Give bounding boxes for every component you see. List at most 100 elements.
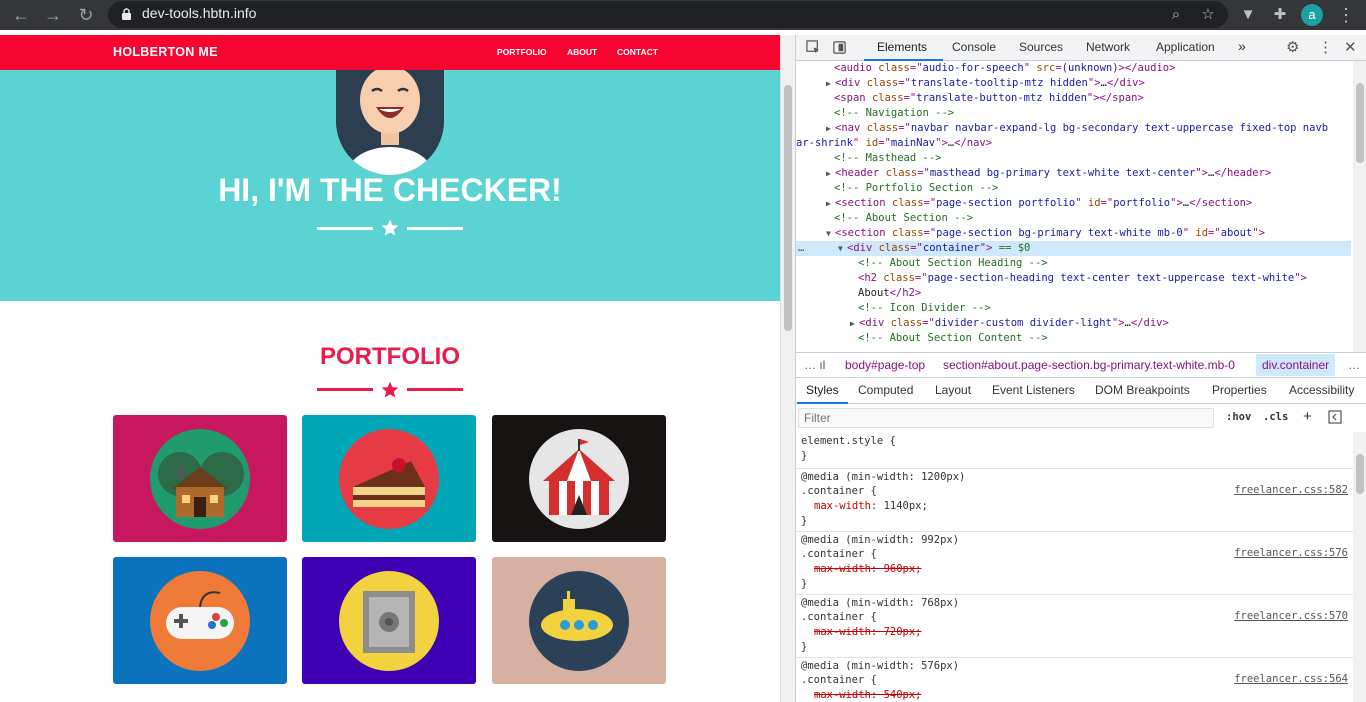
expand-arrow-icon[interactable]: ▶ — [850, 316, 855, 331]
device-toolbar-icon[interactable] — [832, 40, 847, 55]
dom-tree-scrollbar[interactable] — [1353, 61, 1366, 352]
rule-declaration[interactable]: max-width: 540px; — [814, 688, 922, 702]
nav-portfolio[interactable]: PORTFOLIO — [497, 47, 547, 57]
dom-node[interactable]: <!-- Masthead --> — [796, 151, 1351, 166]
tab-console[interactable]: Console — [952, 40, 996, 54]
rule-source-link[interactable]: freelancer.css:570 — [1234, 610, 1348, 622]
tab-elements[interactable]: Elements — [877, 40, 927, 54]
rule-selector[interactable]: .container { — [801, 610, 877, 625]
settings-gear-icon[interactable]: ⚙ — [1286, 38, 1299, 56]
cls-toggle[interactable]: .cls — [1263, 411, 1288, 423]
media-query[interactable]: @media (min-width: 1200px) — [801, 470, 965, 485]
dom-tree[interactable]: <audio class="audio-for-speech" src=(unk… — [796, 61, 1366, 352]
dom-node[interactable]: ▶ <section class="page-section portfolio"… — [796, 196, 1351, 211]
dom-node[interactable]: <audio class="audio-for-speech" src=(unk… — [796, 61, 1351, 76]
close-devtools-icon[interactable]: ✕ — [1344, 38, 1357, 56]
toggle-sidebar-icon[interactable] — [1328, 410, 1342, 424]
rule-source-link[interactable]: freelancer.css:582 — [1234, 484, 1348, 496]
inspect-element-icon[interactable] — [806, 40, 821, 55]
profile-avatar[interactable]: a — [1301, 4, 1323, 26]
collapse-arrow-icon[interactable]: ▼ — [838, 241, 843, 256]
address-bar[interactable] — [108, 1, 1228, 28]
subtab-layout[interactable]: Layout — [935, 383, 971, 397]
subtab-accessibility[interactable]: Accessibility — [1289, 383, 1354, 397]
extension-v-icon[interactable]: ▼ — [1236, 3, 1260, 27]
breadcrumb-section[interactable]: section#about.page-section.bg-primary.te… — [943, 358, 1235, 372]
node-ellipsis-icon[interactable]: … — [798, 241, 804, 256]
portfolio-item-safe[interactable] — [302, 557, 476, 684]
rule-selector[interactable]: .container { — [801, 547, 877, 562]
subtab-event-listeners[interactable]: Event Listeners — [992, 383, 1075, 397]
dom-node[interactable]: ar-shrink" id="mainNav">…</nav> — [796, 136, 1351, 151]
tab-application[interactable]: Application — [1156, 40, 1215, 54]
breadcrumb-overflow-icon[interactable]: … ıl — [804, 358, 825, 372]
expand-arrow-icon[interactable]: ▶ — [826, 166, 831, 181]
dom-node[interactable]: <span class="translate-button-mtz hidden… — [796, 91, 1351, 106]
dom-node[interactable]: ▶ <div class="translate-tooltip-mtz hidde… — [796, 76, 1351, 91]
more-tabs-icon[interactable]: » — [1238, 38, 1246, 54]
expand-arrow-icon[interactable]: ▶ — [826, 196, 831, 211]
hov-toggle[interactable]: :hov — [1226, 411, 1251, 423]
back-icon[interactable]: ← — [9, 3, 33, 27]
dom-node[interactable]: ▶ <header class="masthead bg-primary text… — [796, 166, 1351, 181]
subtab-dom-breakpoints[interactable]: DOM Breakpoints — [1095, 383, 1190, 397]
portfolio-item-controller[interactable] — [113, 557, 287, 684]
breadcrumb-body[interactable]: body#page-top — [845, 358, 925, 372]
page-scrollbar[interactable] — [780, 35, 795, 702]
breadcrumb-more-icon[interactable]: … — [1348, 358, 1360, 372]
rule-selector[interactable]: .container { — [801, 484, 877, 499]
rule-selector[interactable]: .container { — [801, 673, 877, 688]
media-query[interactable]: @media (min-width: 576px) — [801, 659, 959, 674]
brand-link[interactable]: HOLBERTON ME — [113, 45, 218, 59]
dom-node[interactable]: About</h2> — [796, 286, 1351, 301]
dom-node[interactable]: <!-- About Section Heading --> — [796, 256, 1351, 271]
bookmark-star-icon[interactable]: ☆ — [1196, 3, 1220, 27]
nav-contact[interactable]: CONTACT — [617, 47, 658, 57]
rule-source-link[interactable]: freelancer.css:576 — [1234, 547, 1348, 559]
rule-declaration[interactable]: max-width: 960px; — [814, 562, 922, 577]
rule-declaration[interactable]: max-width: 1140px; — [814, 499, 928, 514]
expand-arrow-icon[interactable]: ▶ — [826, 76, 831, 91]
subtab-styles[interactable]: Styles — [806, 383, 839, 397]
dom-node[interactable]: <!-- Icon Divider --> — [796, 301, 1351, 316]
element-style-selector[interactable]: element.style { — [801, 434, 896, 449]
add-rule-icon[interactable]: + — [1303, 408, 1312, 425]
nav-about[interactable]: ABOUT — [567, 47, 597, 57]
portfolio-item-cabin[interactable] — [113, 415, 287, 542]
breadcrumb-div-container[interactable]: div.container — [1256, 354, 1336, 376]
forward-icon[interactable]: → — [41, 3, 65, 27]
subtab-computed[interactable]: Computed — [858, 383, 913, 397]
dom-node[interactable]: <!-- Navigation --> — [796, 106, 1351, 121]
puzzle-extensions-icon[interactable]: ✚ — [1268, 3, 1292, 27]
devtools-menu-icon[interactable]: ⋮ — [1318, 38, 1333, 56]
dom-node[interactable]: ▼ <section class="page-section bg-primary… — [796, 226, 1351, 241]
dom-node[interactable]: <h2 class="page-section-heading text-cen… — [796, 271, 1351, 286]
subtab-properties[interactable]: Properties — [1212, 383, 1267, 397]
portfolio-item-submarine[interactable] — [492, 557, 666, 684]
menu-kebab-icon[interactable]: ⋮ — [1334, 3, 1358, 27]
rule-source-link[interactable]: freelancer.css:564 — [1234, 673, 1348, 685]
dom-node[interactable]: ▶ <div class="divider-custom divider-ligh… — [796, 316, 1351, 331]
filter-input[interactable] — [798, 408, 1214, 428]
styles-scrollbar-thumb[interactable] — [1356, 454, 1364, 494]
expand-arrow-icon[interactable]: ▶ — [826, 121, 831, 136]
styles-scrollbar[interactable] — [1353, 432, 1366, 702]
url-text[interactable]: dev-tools.hbtn.info — [142, 5, 256, 21]
zoom-icon[interactable]: ⌕ — [1164, 3, 1188, 27]
tab-sources[interactable]: Sources — [1019, 40, 1063, 54]
tab-network[interactable]: Network — [1086, 40, 1130, 54]
collapse-arrow-icon[interactable]: ▼ — [826, 226, 831, 241]
rule-declaration[interactable]: max-width: 720px; — [814, 625, 922, 640]
media-query[interactable]: @media (min-width: 768px) — [801, 596, 959, 611]
dom-node-selected[interactable]: … ▼ <div class="container"> == $0 — [796, 241, 1351, 256]
dom-node[interactable]: <!-- Portfolio Section --> — [796, 181, 1351, 196]
portfolio-item-cake[interactable] — [302, 415, 476, 542]
dom-node[interactable]: <!-- About Section --> — [796, 211, 1351, 226]
reload-icon[interactable]: ↻ — [74, 3, 98, 27]
dom-node[interactable]: ▶ <nav class="navbar navbar-expand-lg bg-… — [796, 121, 1351, 136]
dom-tree-scrollbar-thumb[interactable] — [1356, 83, 1364, 163]
media-query[interactable]: @media (min-width: 992px) — [801, 533, 959, 548]
page-scrollbar-thumb[interactable] — [784, 85, 792, 331]
portfolio-item-circus[interactable] — [492, 415, 666, 542]
dom-node[interactable]: <!-- About Section Content --> — [796, 331, 1351, 346]
